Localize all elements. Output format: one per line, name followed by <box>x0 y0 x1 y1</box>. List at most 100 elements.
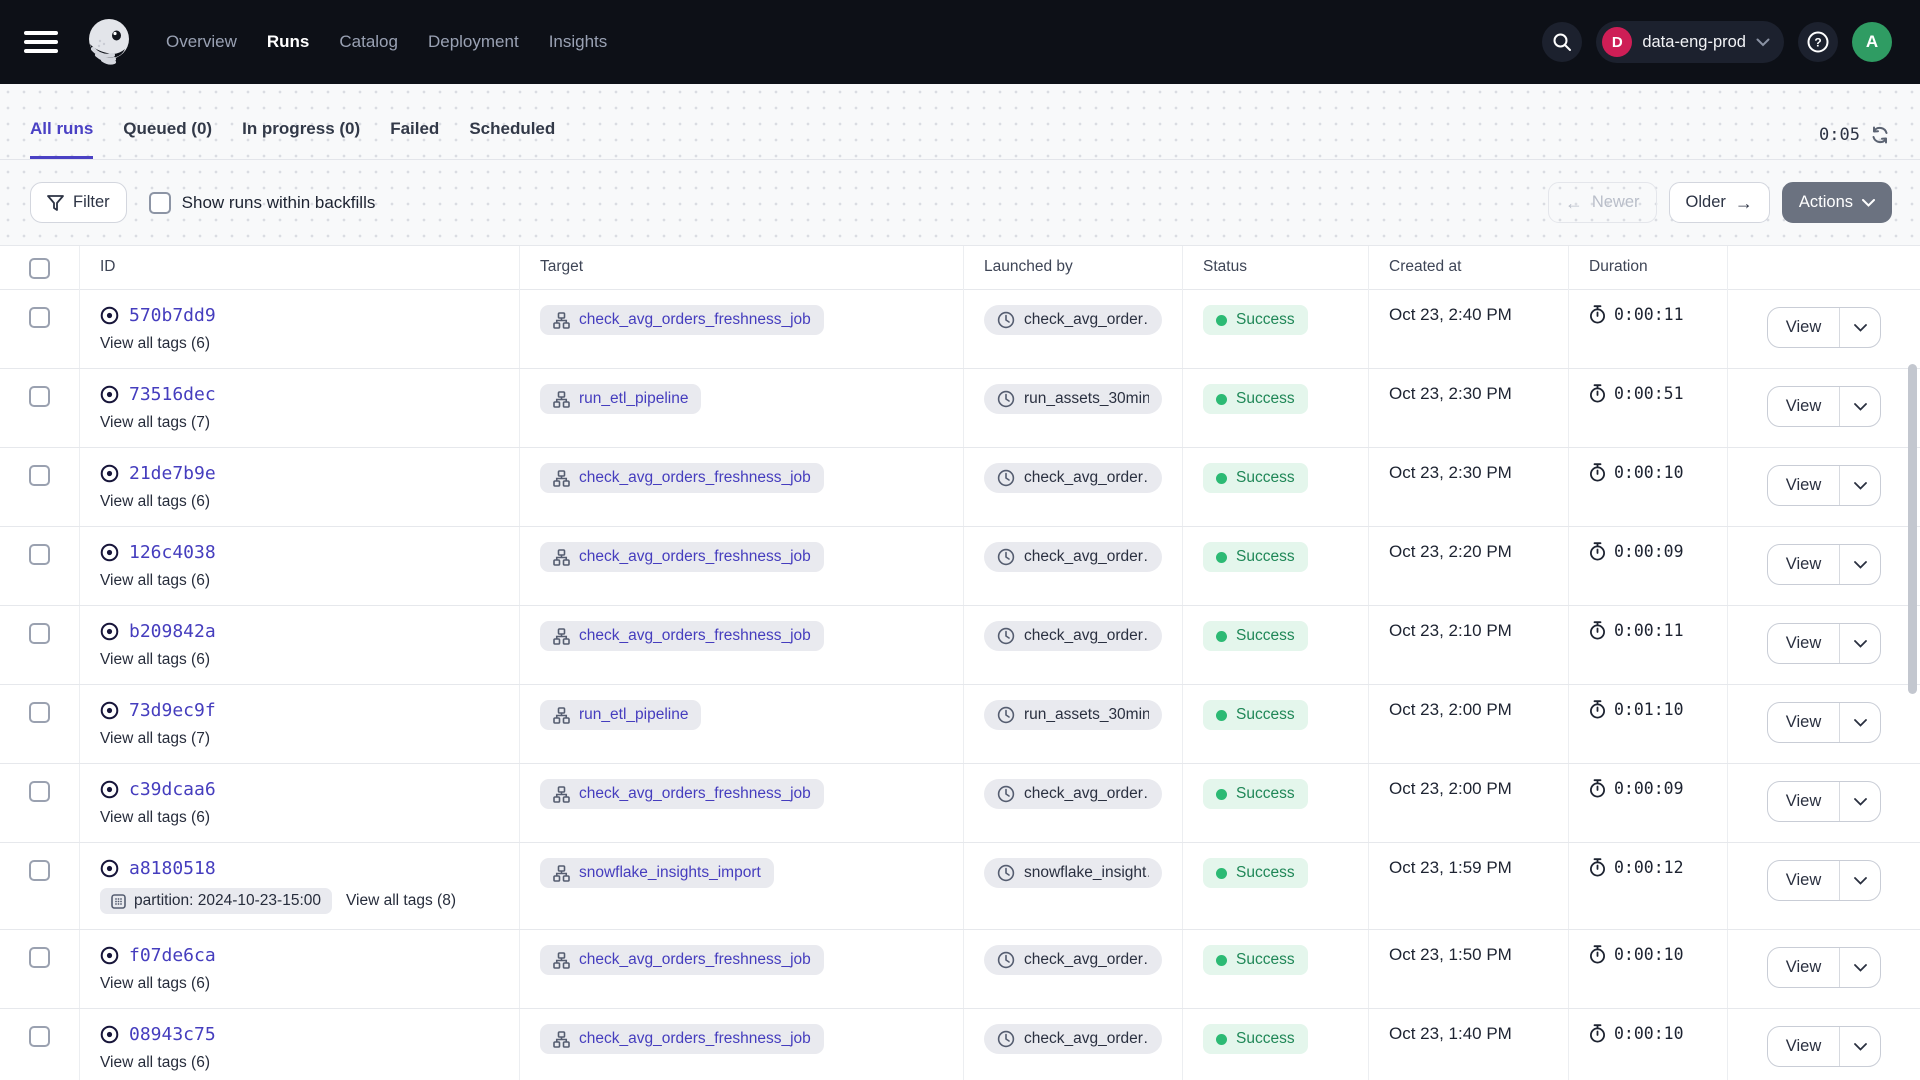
target-job-pill[interactable]: run_etl_pipeline <box>540 700 701 730</box>
actions-button[interactable]: Actions <box>1782 182 1892 223</box>
view-all-tags-link[interactable]: View all tags (8) <box>346 892 456 910</box>
target-job-pill[interactable]: check_avg_orders_freshness_job <box>540 779 824 809</box>
view-button[interactable]: View <box>1768 861 1839 900</box>
target-job-pill[interactable]: check_avg_orders_freshness_job <box>540 1024 824 1054</box>
launched-by-pill[interactable]: run_assets_30min <box>984 700 1162 730</box>
launched-by-pill[interactable]: check_avg_order… <box>984 305 1162 335</box>
launched-by-pill[interactable]: check_avg_order… <box>984 1024 1162 1054</box>
view-button[interactable]: View <box>1768 782 1839 821</box>
row-checkbox[interactable] <box>29 1026 50 1047</box>
run-id-link[interactable]: f07de6ca <box>129 945 216 966</box>
launched-by-pill[interactable]: check_avg_order… <box>984 542 1162 572</box>
tab-scheduled[interactable]: Scheduled <box>469 119 555 159</box>
view-dropdown-button[interactable] <box>1839 948 1880 987</box>
view-button[interactable]: View <box>1768 545 1839 584</box>
nav-item-overview[interactable]: Overview <box>166 32 237 52</box>
select-all-checkbox[interactable] <box>29 258 50 279</box>
target-job-pill[interactable]: snowflake_insights_import <box>540 858 774 888</box>
view-button[interactable]: View <box>1768 624 1839 663</box>
nav-item-deployment[interactable]: Deployment <box>428 32 519 52</box>
older-button[interactable]: Older → <box>1669 182 1770 223</box>
tab-failed[interactable]: Failed <box>390 119 439 159</box>
view-all-tags-link[interactable]: View all tags (6) <box>100 1054 210 1072</box>
show-backfills-checkbox[interactable] <box>149 192 171 214</box>
nav-item-catalog[interactable]: Catalog <box>339 32 398 52</box>
view-all-tags-link[interactable]: View all tags (6) <box>100 493 210 511</box>
tab-queued[interactable]: Queued (0) <box>123 119 212 159</box>
refresh-icon[interactable] <box>1870 125 1890 145</box>
view-all-tags-link[interactable]: View all tags (6) <box>100 572 210 590</box>
table-row: c39dcaa6 View all tags (6) check_avg_ord… <box>0 764 1920 843</box>
target-job-pill[interactable]: check_avg_orders_freshness_job <box>540 305 824 335</box>
partition-grid-icon <box>111 894 126 909</box>
view-dropdown-button[interactable] <box>1839 703 1880 742</box>
deployment-switcher[interactable]: D data-eng-prod <box>1596 21 1784 63</box>
filter-button[interactable]: Filter <box>30 182 127 223</box>
run-id-link[interactable]: 126c4038 <box>129 542 216 563</box>
nav-item-insights[interactable]: Insights <box>549 32 608 52</box>
run-id-link[interactable]: c39dcaa6 <box>129 779 216 800</box>
view-dropdown-button[interactable] <box>1839 545 1880 584</box>
newer-button[interactable]: ← Newer <box>1548 182 1657 223</box>
view-dropdown-button[interactable] <box>1839 624 1880 663</box>
run-id-link[interactable]: 08943c75 <box>129 1024 216 1045</box>
view-all-tags-link[interactable]: View all tags (6) <box>100 809 210 827</box>
view-button[interactable]: View <box>1768 387 1839 426</box>
row-checkbox[interactable] <box>29 307 50 328</box>
view-dropdown-button[interactable] <box>1839 861 1880 900</box>
launched-by-pill[interactable]: check_avg_order… <box>984 621 1162 651</box>
user-avatar[interactable]: A <box>1852 22 1892 62</box>
launched-by-pill[interactable]: check_avg_order… <box>984 945 1162 975</box>
target-job-pill[interactable]: check_avg_orders_freshness_job <box>540 542 824 572</box>
view-button[interactable]: View <box>1768 948 1839 987</box>
run-id-link[interactable]: b209842a <box>129 621 216 642</box>
view-dropdown-button[interactable] <box>1839 387 1880 426</box>
row-checkbox[interactable] <box>29 702 50 723</box>
target-job-pill[interactable]: run_etl_pipeline <box>540 384 701 414</box>
view-all-tags-link[interactable]: View all tags (7) <box>100 414 210 432</box>
view-button[interactable]: View <box>1768 466 1839 505</box>
search-button[interactable] <box>1542 22 1582 62</box>
run-id-link[interactable]: 73d9ec9f <box>129 700 216 721</box>
created-at-value: Oct 23, 1:50 PM <box>1389 945 1512 964</box>
target-job-pill[interactable]: check_avg_orders_freshness_job <box>540 945 824 975</box>
view-button[interactable]: View <box>1768 703 1839 742</box>
view-all-tags-link[interactable]: View all tags (6) <box>100 335 210 353</box>
tab-all-runs[interactable]: All runs <box>30 119 93 159</box>
help-button[interactable]: ? <box>1798 22 1838 62</box>
launched-by-pill[interactable]: snowflake_insight… <box>984 858 1162 888</box>
view-button[interactable]: View <box>1768 308 1839 347</box>
tab-in-progress[interactable]: In progress (0) <box>242 119 360 159</box>
launched-by-pill[interactable]: check_avg_order… <box>984 779 1162 809</box>
row-checkbox[interactable] <box>29 860 50 881</box>
view-button[interactable]: View <box>1768 1027 1839 1066</box>
run-id-link[interactable]: 21de7b9e <box>129 463 216 484</box>
run-id-link[interactable]: 570b7dd9 <box>129 305 216 326</box>
target-job-pill[interactable]: check_avg_orders_freshness_job <box>540 621 824 651</box>
row-checkbox[interactable] <box>29 386 50 407</box>
row-checkbox[interactable] <box>29 544 50 565</box>
view-all-tags-link[interactable]: View all tags (6) <box>100 975 210 993</box>
menu-icon[interactable] <box>24 29 58 55</box>
view-dropdown-button[interactable] <box>1839 308 1880 347</box>
view-dropdown-button[interactable] <box>1839 1027 1880 1066</box>
row-checkbox[interactable] <box>29 465 50 486</box>
run-id-link[interactable]: 73516dec <box>129 384 216 405</box>
launched-by-pill[interactable]: run_assets_30min <box>984 384 1162 414</box>
target-job-pill[interactable]: check_avg_orders_freshness_job <box>540 463 824 493</box>
row-checkbox[interactable] <box>29 623 50 644</box>
scrollbar-thumb[interactable] <box>1908 364 1917 694</box>
view-all-tags-link[interactable]: View all tags (6) <box>100 651 210 669</box>
view-dropdown-button[interactable] <box>1839 466 1880 505</box>
dagster-logo-icon[interactable] <box>80 13 138 71</box>
vertical-scrollbar[interactable] <box>1908 334 1917 1074</box>
partition-tag[interactable]: partition: 2024-10-23-15:00 <box>100 888 332 914</box>
view-dropdown-button[interactable] <box>1839 782 1880 821</box>
launched-by-pill[interactable]: check_avg_order… <box>984 463 1162 493</box>
run-id-link[interactable]: a8180518 <box>129 858 216 879</box>
row-checkbox[interactable] <box>29 947 50 968</box>
row-checkbox[interactable] <box>29 781 50 802</box>
nav-item-runs[interactable]: Runs <box>267 32 310 52</box>
show-backfills-toggle[interactable]: Show runs within backfills <box>149 192 376 214</box>
view-all-tags-link[interactable]: View all tags (7) <box>100 730 210 748</box>
